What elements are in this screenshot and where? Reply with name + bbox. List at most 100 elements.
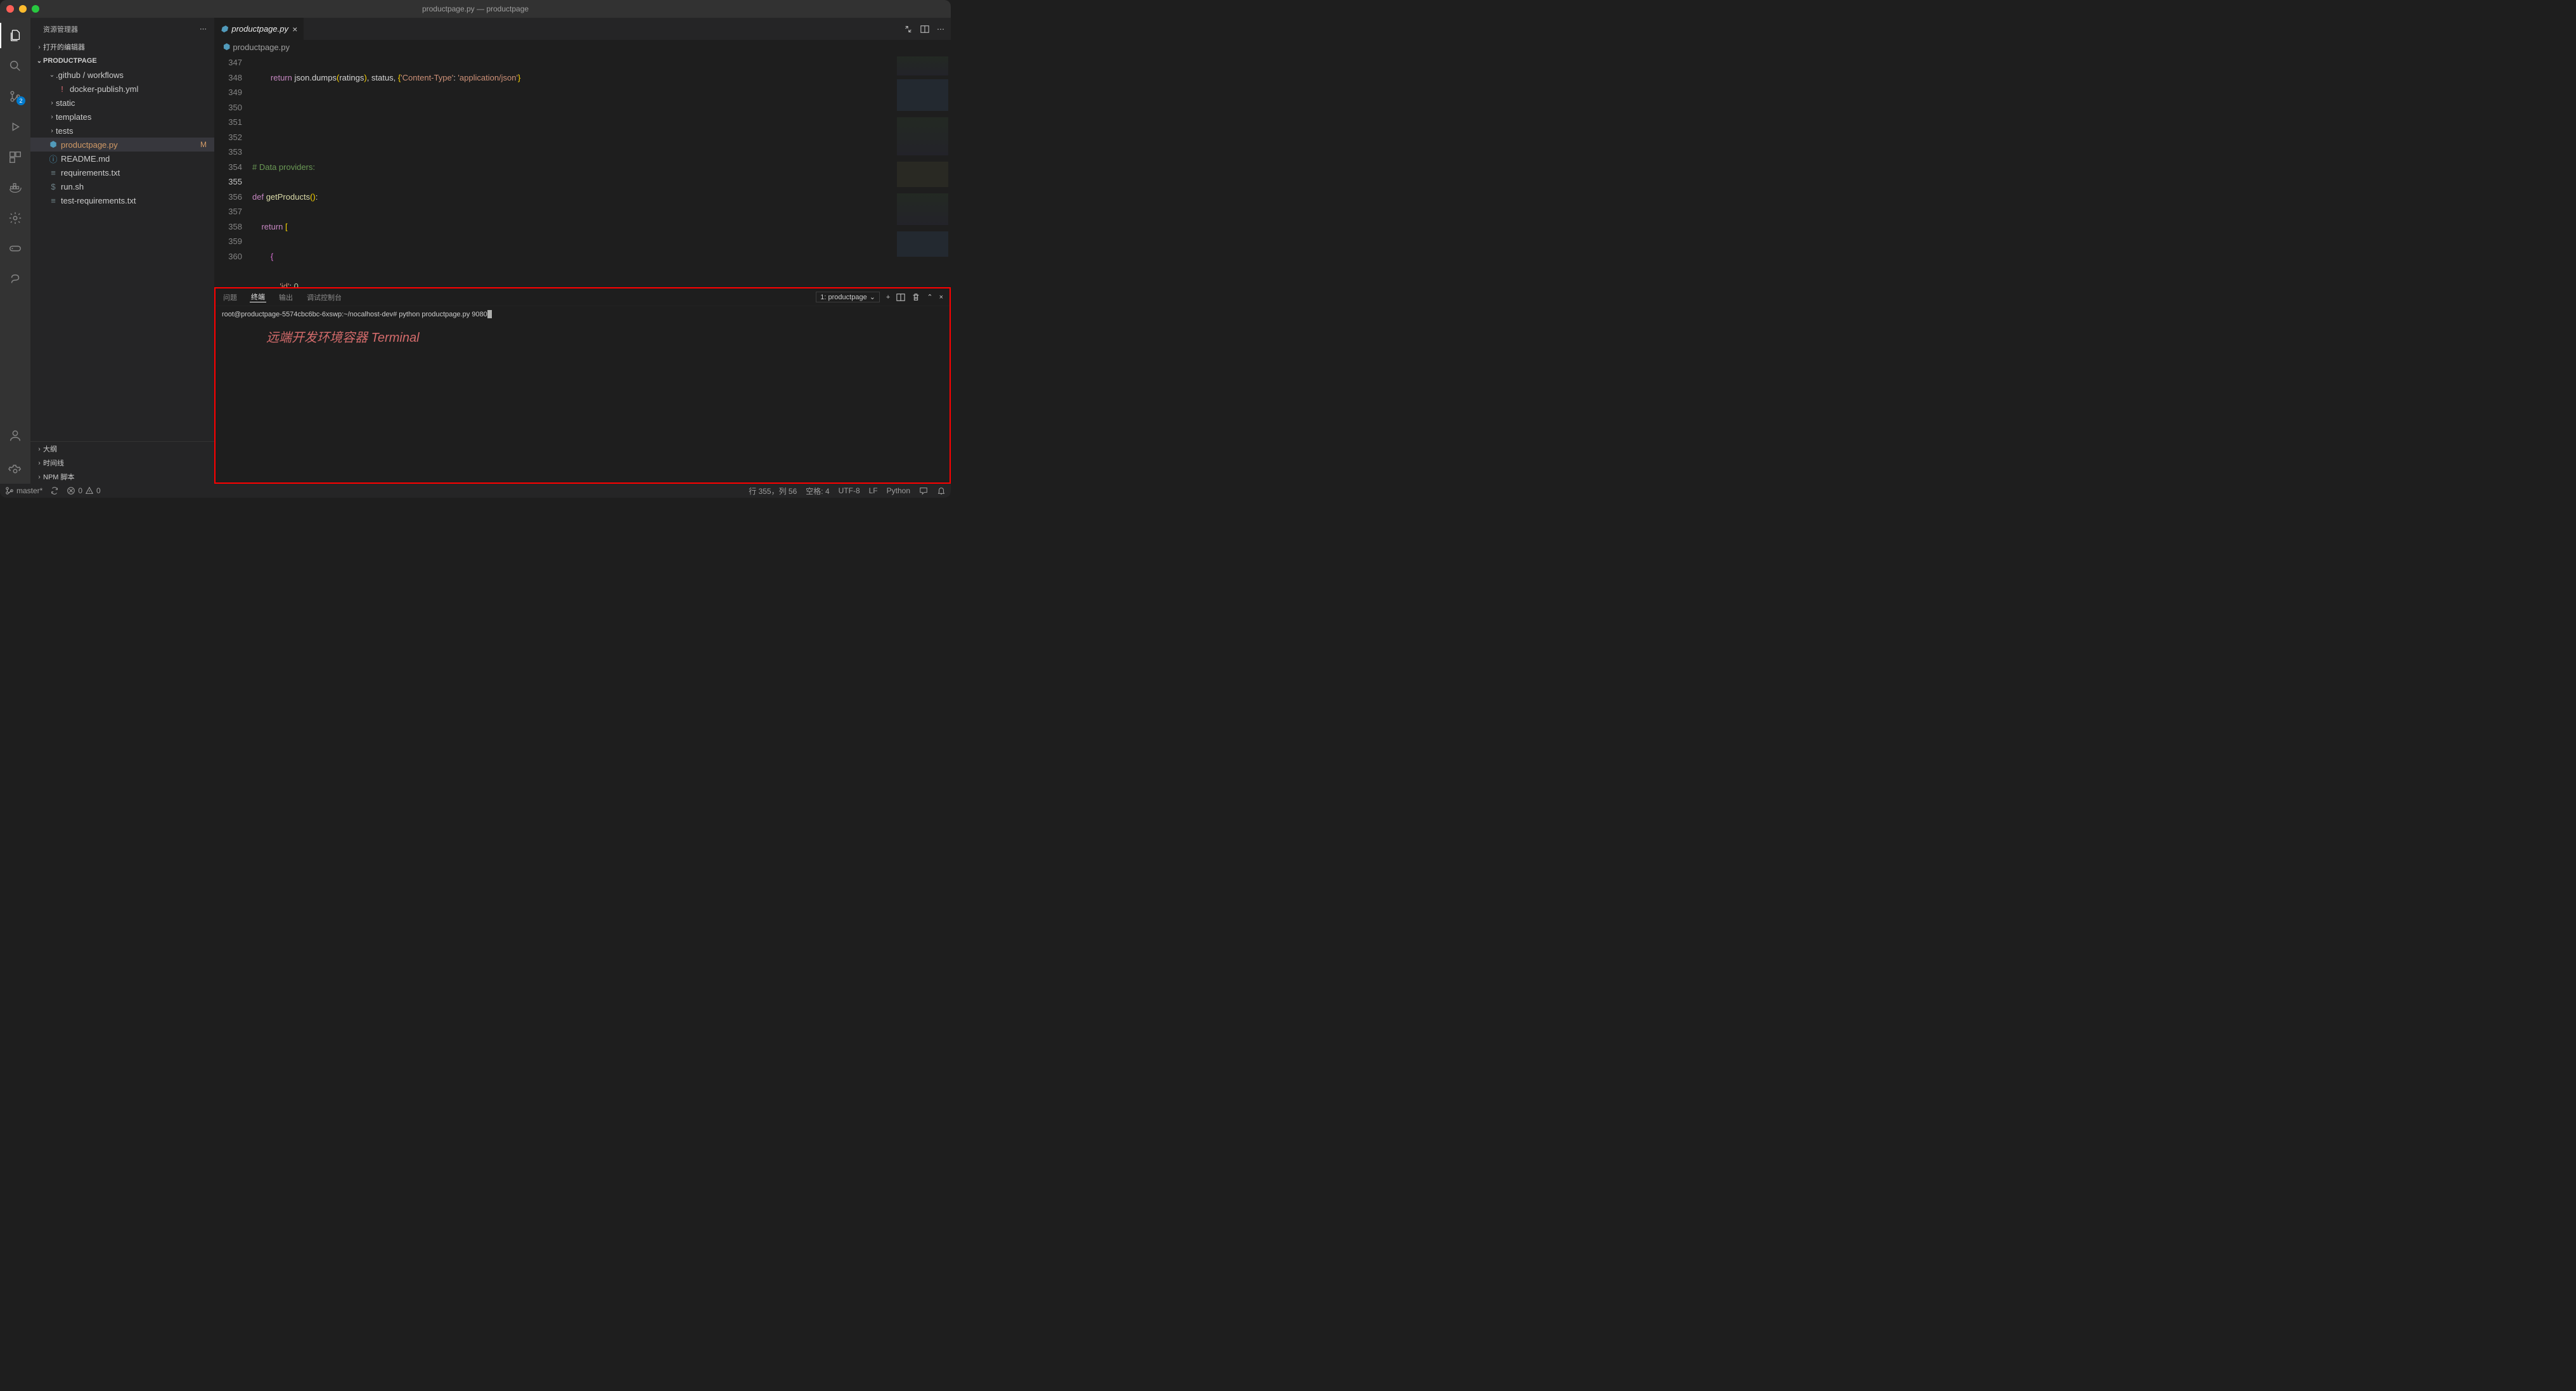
sidebar-more-icon[interactable]: ⋯ <box>200 25 207 33</box>
terminal[interactable]: root@productpage-5574cbc6bc-6xswp:~/noca… <box>216 306 950 482</box>
new-terminal-icon[interactable]: + <box>886 294 890 301</box>
python-file-icon: ⬢ <box>48 139 58 150</box>
file-label: test-requirements.txt <box>61 196 136 205</box>
npm-section[interactable]: ›NPM 脚本 <box>30 470 214 484</box>
tree-file-testreq[interactable]: ≡test-requirements.txt <box>30 193 214 207</box>
window-close-button[interactable] <box>6 5 14 13</box>
sb-sync[interactable] <box>50 486 59 495</box>
activity-docker[interactable] <box>0 175 30 200</box>
sb-encoding[interactable]: UTF-8 <box>839 486 860 495</box>
chevron-down-icon: ⌄ <box>870 293 875 301</box>
terminal-line: root@productpage-5574cbc6bc-6xswp:~/noca… <box>222 311 487 318</box>
sidebar-header: 资源管理器 ⋯ <box>30 18 214 40</box>
activity-extra1[interactable] <box>0 205 30 231</box>
outline-section[interactable]: ›大纲 <box>30 442 214 456</box>
close-panel-icon[interactable]: × <box>939 294 943 301</box>
activity-scm[interactable]: 2 <box>0 84 30 109</box>
sb-language[interactable]: Python <box>887 486 910 495</box>
panel-tab-problems[interactable]: 问题 <box>222 292 238 302</box>
split-terminal-icon[interactable] <box>896 293 905 302</box>
tree-folder-tests[interactable]: ›tests <box>30 124 214 138</box>
gamepad-icon <box>8 242 22 256</box>
breadcrumb[interactable]: ⬢ productpage.py <box>214 40 951 54</box>
code-content[interactable]: return json.dumps(ratings), status, {'Co… <box>252 54 894 287</box>
kill-terminal-icon[interactable] <box>911 293 920 302</box>
window-title: productpage.py — productpage <box>422 4 529 13</box>
activity-extra3[interactable] <box>0 266 30 292</box>
tab-productpage[interactable]: ⬢ productpage.py × <box>214 18 304 40</box>
branch-label: master* <box>16 486 42 495</box>
open-editors-section[interactable]: › 打开的编辑器 <box>30 40 214 54</box>
tree-folder-templates[interactable]: ›templates <box>30 110 214 124</box>
activity-search[interactable] <box>0 53 30 79</box>
sb-problems[interactable]: 0 0 <box>67 486 100 495</box>
window-maximize-button[interactable] <box>32 5 39 13</box>
terminal-annotation: 远端开发环境容器 Terminal <box>266 327 943 346</box>
panel-tab-debug[interactable]: 调试控制台 <box>306 292 343 302</box>
tree-file-productpage[interactable]: ⬢productpage.pyM <box>30 138 214 152</box>
activity-debug[interactable] <box>0 114 30 139</box>
tab-bar: ⬢ productpage.py × ⋯ <box>214 18 951 40</box>
section-label: 大纲 <box>43 444 57 454</box>
window-minimize-button[interactable] <box>19 5 27 13</box>
python-file-icon: ⬢ <box>221 24 228 34</box>
sb-branch[interactable]: master* <box>5 486 42 495</box>
warning-icon <box>85 486 94 495</box>
minimap[interactable] <box>894 54 951 287</box>
project-section[interactable]: ⌄ PRODUCTPAGE <box>30 54 214 68</box>
gear-icon <box>8 211 22 225</box>
sb-feedback-icon[interactable] <box>919 486 928 495</box>
activity-account[interactable] <box>0 423 30 448</box>
search-icon <box>8 59 22 73</box>
tree-folder-github[interactable]: ⌄.github / workflows <box>30 68 214 82</box>
main-area: 2 <box>0 18 951 484</box>
vscode-window: productpage.py — productpage 2 <box>0 0 951 498</box>
folder-label: .github / workflows <box>56 70 124 80</box>
folder-label: static <box>56 98 75 108</box>
more-actions-icon[interactable]: ⋯ <box>937 25 944 34</box>
activity-bar: 2 <box>0 18 30 484</box>
tree-folder-static[interactable]: ›static <box>30 96 214 110</box>
docker-icon <box>8 181 22 195</box>
file-status-modified: M <box>200 140 207 149</box>
tree-file-runsh[interactable]: $run.sh <box>30 179 214 193</box>
terminal-selector-label: 1: productpage <box>820 294 866 301</box>
settings-icon <box>8 464 22 478</box>
line-number: 359 <box>214 234 242 249</box>
tree-file-readme[interactable]: ⓘREADME.md <box>30 152 214 165</box>
chevron-down-icon: ⌄ <box>35 58 43 65</box>
line-number: 349 <box>214 85 242 100</box>
code-editor[interactable]: 347 348 349 350 351 352 353 354 355 356 … <box>214 54 951 287</box>
chevron-right-icon: › <box>35 460 43 467</box>
panel-tab-terminal[interactable]: 终端 <box>250 292 266 302</box>
split-editor-icon[interactable] <box>920 25 929 34</box>
line-number: 350 <box>214 100 242 115</box>
maximize-panel-icon[interactable]: ⌃ <box>927 293 932 301</box>
extensions-icon <box>8 150 22 164</box>
tab-close-icon[interactable]: × <box>292 24 297 34</box>
error-icon <box>67 486 75 495</box>
line-gutter: 347 348 349 350 351 352 353 354 355 356 … <box>214 54 252 287</box>
info-file-icon: ⓘ <box>48 153 58 165</box>
line-number: 358 <box>214 219 242 235</box>
sb-position[interactable]: 行 355，列 56 <box>749 486 797 496</box>
activity-extra2[interactable] <box>0 236 30 261</box>
activity-extensions[interactable] <box>0 145 30 170</box>
section-label: NPM 脚本 <box>43 472 75 482</box>
file-label: requirements.txt <box>61 168 120 178</box>
sb-spaces[interactable]: 空格: 4 <box>806 486 829 496</box>
sb-eol[interactable]: LF <box>869 486 878 495</box>
breadcrumb-file: productpage.py <box>233 42 290 52</box>
chevron-right-icon: › <box>48 100 56 107</box>
timeline-section[interactable]: ›时间线 <box>30 456 214 470</box>
tree-file-docker-publish[interactable]: !docker-publish.yml <box>30 82 214 96</box>
python-file-icon: ⬢ <box>223 42 230 52</box>
file-label: run.sh <box>61 182 84 191</box>
compare-changes-icon[interactable] <box>904 25 913 34</box>
activity-settings[interactable] <box>0 458 30 484</box>
panel-tab-output[interactable]: 输出 <box>278 292 294 302</box>
terminal-selector[interactable]: 1: productpage ⌄ <box>816 292 880 302</box>
sb-notifications-icon[interactable] <box>937 486 946 495</box>
tree-file-requirements[interactable]: ≡requirements.txt <box>30 165 214 179</box>
activity-explorer[interactable] <box>0 23 30 48</box>
